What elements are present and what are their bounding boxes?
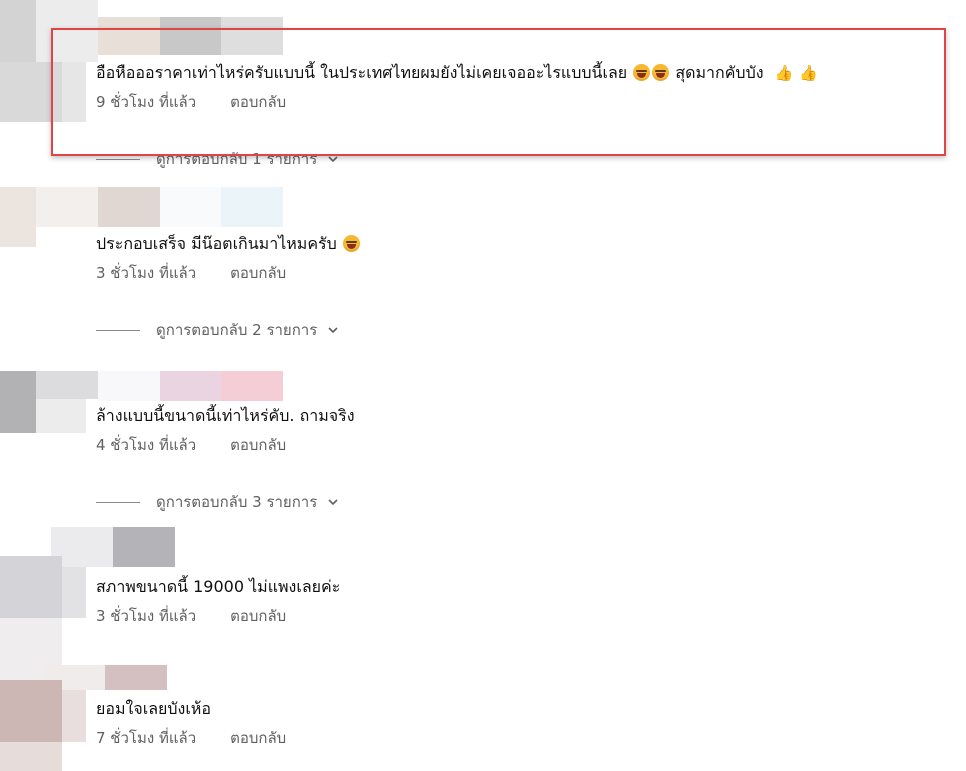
chevron-down-icon [328,499,338,506]
comment-text: ล้างแบบนี้ขนาดนี้เท่าไหร่คับ. ถามจริง [96,406,355,425]
reply-button[interactable]: ตอบกลับ [230,604,286,628]
view-replies-label: ดูการตอบกลับ 2 รายการ [156,321,318,339]
comment-2: ประกอบเสร็จ มีน๊อตเกินมาไหมครับ 3 ชั่วโม… [96,233,361,285]
divider [96,501,140,503]
chevron-down-icon [328,327,338,334]
view-replies-label: ดูการตอบกลับ 3 รายการ [156,493,318,511]
laughing-face-emoji-icon [342,235,360,252]
comment-text: ประกอบเสร็จ มีน๊อตเกินมาไหมครับ [96,233,361,255]
view-replies-button[interactable]: ดูการตอบกลับ 3 รายการ [96,490,339,514]
comment-5: ยอมใจเลยบังเห้อ 7 ชั่วโมง ที่แล้ว ตอบกลั… [96,698,286,750]
comment-text: สภาพขนาดนี้ 19000 ไม่แพงเลยค่ะ [96,577,341,596]
view-replies-button[interactable]: ดูการตอบกลับ 2 รายการ [96,318,339,342]
comment-timestamp: 7 ชั่วโมง ที่แล้ว [96,729,197,747]
comment-4: สภาพขนาดนี้ 19000 ไม่แพงเลยค่ะ 3 ชั่วโมง… [96,576,340,628]
comment-text-part: ประกอบเสร็จ มีน๊อตเกินมาไหมครับ [96,234,337,253]
reply-button[interactable]: ตอบกลับ [230,726,286,750]
divider [96,158,140,160]
reply-button[interactable]: ตอบกลับ [230,433,286,457]
comment-timestamp: 4 ชั่วโมง ที่แล้ว [96,436,197,454]
comment-timestamp: 3 ชั่วโมง ที่แล้ว [96,264,197,282]
reply-button[interactable]: ตอบกลับ [230,261,286,285]
comment-timestamp: 3 ชั่วโมง ที่แล้ว [96,607,197,625]
divider [96,329,140,331]
comment-3: ล้างแบบนี้ขนาดนี้เท่าไหร่คับ. ถามจริง 4 … [96,405,355,457]
highlight-box [51,28,946,156]
comment-text: ยอมใจเลยบังเห้อ [96,699,211,718]
